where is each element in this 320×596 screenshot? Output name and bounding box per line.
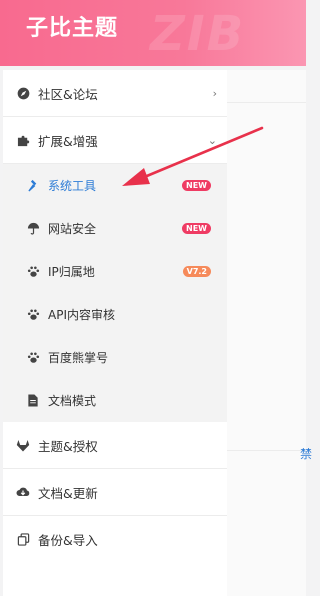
submenu-item-label: 文档模式 — [48, 394, 97, 408]
new-badge: NEW — [182, 223, 211, 234]
paw-icon — [26, 265, 40, 279]
submenu-item-site-security[interactable]: 网站安全 NEW — [3, 207, 227, 250]
gitlab-icon — [16, 438, 30, 452]
submenu-item-label: 百度熊掌号 — [48, 351, 109, 365]
divider — [227, 102, 306, 103]
content-text-fragment: 禁 — [300, 447, 313, 461]
chevron-right-icon: › — [212, 86, 217, 100]
sidebar-menu: 社区&论坛 › 扩展&增强 ⌄ 系统工具 NEW 网站安全 NEW IP归属地 … — [3, 70, 227, 596]
submenu-item-label: 系统工具 — [48, 179, 97, 193]
submenu-item-label: IP归属地 — [48, 265, 95, 279]
divider — [227, 450, 306, 451]
submenu-item-label: 网站安全 — [48, 222, 97, 236]
submenu-item-baidu-xiongzhang[interactable]: 百度熊掌号 — [3, 336, 227, 379]
version-badge: V7.2 — [182, 266, 211, 277]
menu-item-extensions[interactable]: 扩展&增强 ⌄ — [3, 117, 227, 164]
submenu-item-system-tools[interactable]: 系统工具 NEW — [3, 164, 227, 207]
chevron-down-icon: ⌄ — [207, 133, 217, 147]
header-watermark: ZIB — [150, 6, 246, 62]
submenu-item-doc-mode[interactable]: 文档模式 — [3, 379, 227, 422]
paw-icon — [26, 308, 40, 322]
submenu-item-ip-location[interactable]: IP归属地 V7.2 — [3, 250, 227, 293]
content-area: 禁 — [227, 70, 312, 596]
paw-icon — [26, 351, 40, 365]
submenu-item-label: API内容审核 — [48, 308, 115, 322]
menu-item-community[interactable]: 社区&论坛 › — [3, 70, 227, 117]
umbrella-icon — [26, 222, 40, 236]
copy-icon — [16, 533, 30, 547]
new-badge: NEW — [182, 180, 211, 191]
app-title: 子比主题 — [26, 16, 119, 41]
header-banner: 子比主题 ZIB — [0, 0, 306, 66]
menu-item-label: 社区&论坛 — [38, 86, 98, 102]
menu-item-label: 文档&更新 — [38, 485, 98, 501]
menu-item-docs-updates[interactable]: 文档&更新 — [3, 469, 227, 516]
submenu-item-api-audit[interactable]: API内容审核 — [3, 293, 227, 336]
compass-icon — [16, 86, 30, 100]
menu-item-label: 主题&授权 — [38, 438, 98, 454]
file-icon — [26, 394, 40, 408]
menu-item-label: 备份&导入 — [38, 533, 98, 548]
menu-item-backup-import[interactable]: 备份&导入 — [3, 516, 227, 563]
menu-item-label: 扩展&增强 — [38, 133, 98, 149]
submenu-extensions: 系统工具 NEW 网站安全 NEW IP归属地 V7.2 API内容审核 百度熊… — [3, 164, 227, 422]
menu-item-theme-license[interactable]: 主题&授权 — [3, 422, 227, 469]
cloud-download-icon — [16, 485, 30, 499]
hammer-icon — [26, 179, 40, 193]
puzzle-icon — [16, 133, 30, 147]
